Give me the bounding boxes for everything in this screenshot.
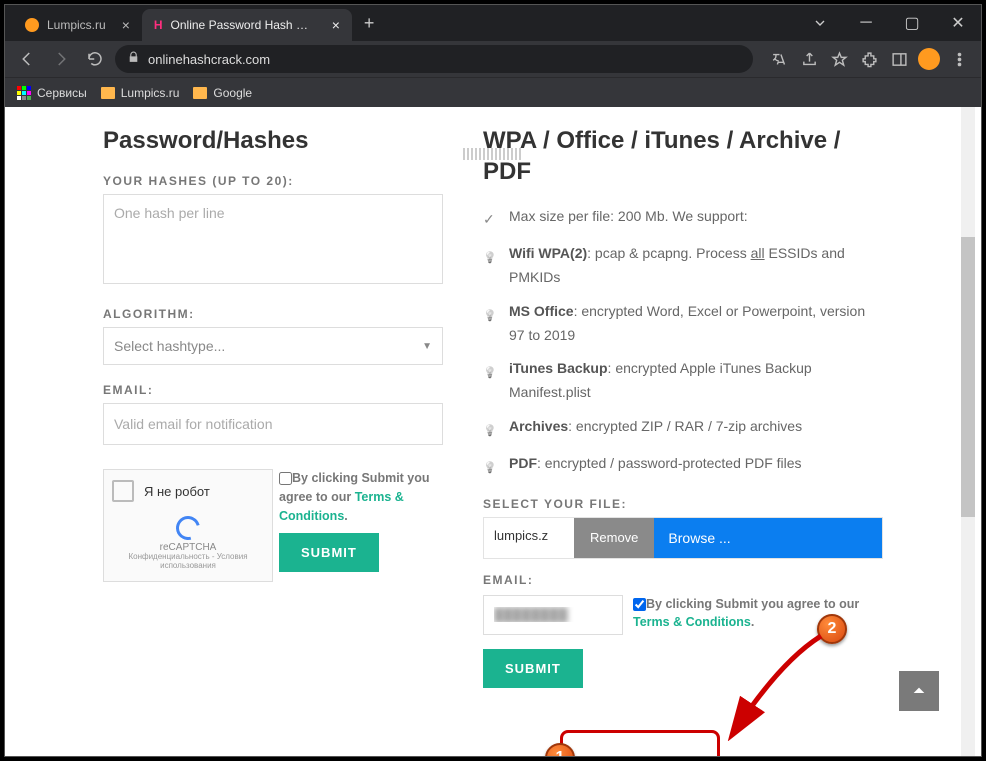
feature-list: Max size per file: 200 Mb. We support: W… — [483, 205, 883, 478]
bulb-icon — [483, 418, 497, 442]
tabs-chevron-icon[interactable] — [797, 5, 843, 41]
remove-file-button[interactable]: Remove — [574, 518, 654, 558]
divider-stripe — [463, 148, 521, 160]
tab-lumpics[interactable]: Lumpics.ru × — [13, 9, 142, 41]
forward-button[interactable] — [47, 45, 75, 73]
bookmark-google[interactable]: Google — [193, 86, 252, 100]
consent-checkbox-right[interactable] — [633, 598, 646, 611]
translate-icon[interactable] — [765, 45, 793, 73]
lock-icon — [127, 51, 140, 67]
star-icon[interactable] — [825, 45, 853, 73]
browser-chrome: Lumpics.ru × H Online Password Hash Crac… — [5, 5, 981, 107]
bookmark-services[interactable]: Сервисы — [17, 86, 87, 100]
hashes-textarea[interactable] — [103, 194, 443, 284]
submit-button-left[interactable]: SUBMIT — [279, 533, 379, 572]
heading-wpa-office: WPA / Office / iTunes / Archive / PDF — [483, 125, 883, 187]
close-window-button[interactable]: ✕ — [935, 5, 981, 41]
feature-item: Max size per file: 200 Mb. We support: — [509, 205, 748, 232]
feature-item: Archives: encrypted ZIP / RAR / 7-zip ar… — [509, 415, 802, 442]
annotation-box-email — [560, 730, 720, 756]
browse-button[interactable]: Browse ... — [654, 518, 882, 558]
tab-onlinehashcrack[interactable]: H Online Password Hash Crack - M × — [142, 9, 352, 41]
bookmark-lumpics[interactable]: Lumpics.ru — [101, 86, 180, 100]
bulb-icon — [483, 303, 497, 348]
bookmark-label: Google — [213, 86, 252, 100]
consent-text: By clicking Submit you agree to our Term… — [279, 469, 443, 525]
submit-button-right[interactable]: SUBMIT — [483, 649, 583, 688]
tab-label: Lumpics.ru — [47, 18, 106, 32]
label-email-right: EMAIL: — [483, 573, 883, 587]
bulb-icon — [483, 455, 497, 479]
url-text: onlinehashcrack.com — [148, 52, 270, 67]
feature-item: MS Office: encrypted Word, Excel or Powe… — [509, 300, 883, 348]
minimize-button[interactable]: ─ — [843, 5, 889, 41]
bookmarks-bar: Сервисы Lumpics.ru Google — [5, 77, 981, 107]
recaptcha-logo-icon — [176, 516, 200, 540]
label-algorithm: ALGORITHM: — [103, 307, 443, 321]
menu-icon[interactable] — [945, 45, 973, 73]
recaptcha-widget[interactable]: Я не робот reCAPTCHA Конфиденциальность … — [103, 469, 273, 582]
tab-label: Online Password Hash Crack - M — [171, 18, 316, 32]
share-icon[interactable] — [795, 45, 823, 73]
feature-item: PDF: encrypted / password-protected PDF … — [509, 452, 802, 479]
close-icon[interactable]: × — [122, 17, 130, 33]
favicon-icon — [25, 18, 39, 32]
recaptcha-checkbox[interactable] — [112, 480, 134, 502]
recaptcha-label: Я не робот — [144, 484, 210, 499]
selected-filename: lumpics.z — [484, 518, 574, 558]
close-icon[interactable]: × — [332, 17, 340, 33]
favicon-icon: H — [154, 18, 163, 32]
feature-item: iTunes Backup: encrypted Apple iTunes Ba… — [509, 357, 883, 405]
consent-checkbox[interactable] — [279, 472, 292, 485]
new-tab-button[interactable]: + — [364, 13, 375, 34]
page-content: Password/Hashes YOUR HASHES (UP TO 20): … — [5, 107, 981, 756]
maximize-button[interactable]: ▢ — [889, 5, 935, 41]
check-icon — [483, 208, 497, 232]
scroll-to-top-button[interactable] — [899, 671, 939, 711]
algorithm-select[interactable]: Select hashtype... ▼ — [103, 327, 443, 365]
terms-link-right[interactable]: Terms & Conditions — [633, 615, 751, 629]
file-picker: lumpics.z Remove Browse ... — [483, 517, 883, 559]
email-input-right[interactable] — [483, 595, 623, 635]
url-input[interactable]: onlinehashcrack.com — [115, 45, 753, 73]
email-input[interactable] — [103, 403, 443, 445]
titlebar: Lumpics.ru × H Online Password Hash Crac… — [5, 5, 981, 41]
reload-button[interactable] — [81, 45, 109, 73]
heading-password-hashes: Password/Hashes — [103, 125, 443, 156]
label-hashes: YOUR HASHES (UP TO 20): — [103, 174, 443, 188]
recaptcha-privacy: Конфиденциальность - Условия использован… — [112, 553, 264, 571]
select-placeholder: Select hashtype... — [114, 338, 225, 354]
bookmark-label: Сервисы — [37, 86, 87, 100]
window-controls: ─ ▢ ✕ — [797, 5, 981, 41]
bulb-icon — [483, 245, 497, 290]
feature-item: Wifi WPA(2): pcap & pcapng. Process all … — [509, 242, 883, 290]
extensions-icon[interactable] — [855, 45, 883, 73]
label-select-file: SELECT YOUR FILE: — [483, 497, 883, 511]
annotation-bubble-2: 2 — [817, 614, 847, 644]
back-button[interactable] — [13, 45, 41, 73]
address-bar: onlinehashcrack.com — [5, 41, 981, 77]
bulb-icon — [483, 360, 497, 405]
profile-avatar[interactable] — [915, 45, 943, 73]
chevron-down-icon: ▼ — [422, 341, 432, 352]
scrollbar-thumb[interactable] — [961, 237, 975, 517]
sidepanel-icon[interactable] — [885, 45, 913, 73]
bookmark-label: Lumpics.ru — [121, 86, 180, 100]
label-email: EMAIL: — [103, 383, 443, 397]
